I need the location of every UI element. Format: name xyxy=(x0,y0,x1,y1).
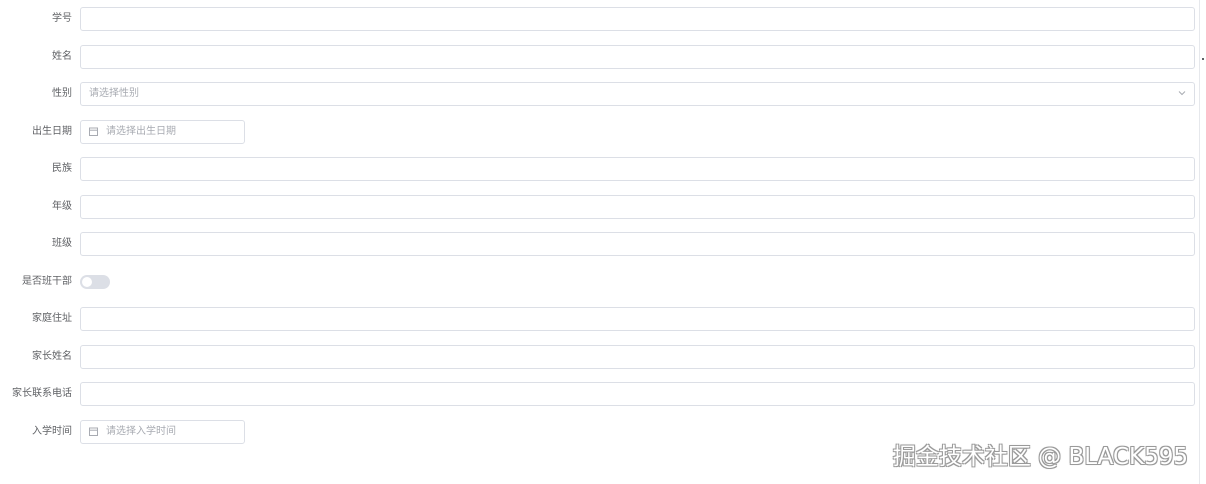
class-label: 班级 xyxy=(52,238,72,249)
student-id-input[interactable] xyxy=(80,7,1195,31)
name-input[interactable] xyxy=(80,45,1195,69)
grade-label: 年级 xyxy=(52,201,72,212)
ethnicity-label: 民族 xyxy=(52,163,72,174)
gender-label: 性别 xyxy=(52,88,72,99)
enrollment-date-picker[interactable]: 请选择入学时间 xyxy=(80,420,245,444)
grade-input[interactable] xyxy=(80,195,1195,219)
parent-name-label: 家长姓名 xyxy=(32,351,72,362)
form-row-grade: 年级 xyxy=(0,195,1196,219)
birth-date-label: 出生日期 xyxy=(32,126,72,137)
calendar-icon xyxy=(89,427,98,436)
form-row-name: 姓名 xyxy=(0,45,1196,69)
class-input[interactable] xyxy=(80,232,1195,256)
home-address-input[interactable] xyxy=(80,307,1195,331)
form-row-parent-phone: 家长联系电话 xyxy=(0,382,1196,406)
parent-phone-label: 家长联系电话 xyxy=(12,388,72,399)
calendar-icon xyxy=(89,127,98,136)
name-label: 姓名 xyxy=(52,51,72,62)
chevron-down-icon xyxy=(1178,91,1186,96)
parent-name-input[interactable] xyxy=(80,345,1195,369)
form-row-birth-date: 出生日期 请选择出生日期 xyxy=(0,120,1196,144)
watermark-text: 掘金技术社区 @ BLACK595 xyxy=(892,444,1188,470)
form-row-class-cadre: 是否班干部 xyxy=(0,270,1196,294)
birth-date-picker[interactable]: 请选择出生日期 xyxy=(80,120,245,144)
form-row-student-id: 学号 xyxy=(0,7,1196,31)
form-row-gender: 性别 请选择性别 xyxy=(0,82,1196,106)
form-row-home-address: 家庭住址 xyxy=(0,307,1196,331)
gender-select[interactable]: 请选择性别 xyxy=(80,82,1195,106)
panel-edge-marker xyxy=(1202,58,1204,60)
birth-date-placeholder: 请选择出生日期 xyxy=(106,126,176,137)
student-id-label: 学号 xyxy=(52,13,72,24)
class-cadre-label: 是否班干部 xyxy=(22,276,72,287)
parent-phone-input[interactable] xyxy=(80,382,1195,406)
form-row-class: 班级 xyxy=(0,232,1196,256)
form-row-ethnicity: 民族 xyxy=(0,157,1196,181)
student-form-page: 学号 姓名 性别 请选择性别 出生日期 请选择出生日期 民族 年级 班级 是否班… xyxy=(0,0,1206,484)
panel-right-border xyxy=(1199,0,1200,484)
form-row-parent-name: 家长姓名 xyxy=(0,345,1196,369)
home-address-label: 家庭住址 xyxy=(32,313,72,324)
enrollment-date-placeholder: 请选择入学时间 xyxy=(106,426,176,437)
gender-select-placeholder: 请选择性别 xyxy=(89,88,139,99)
switch-knob xyxy=(82,277,92,287)
class-cadre-switch[interactable] xyxy=(80,275,110,289)
enrollment-date-label: 入学时间 xyxy=(32,426,72,437)
ethnicity-input[interactable] xyxy=(80,157,1195,181)
